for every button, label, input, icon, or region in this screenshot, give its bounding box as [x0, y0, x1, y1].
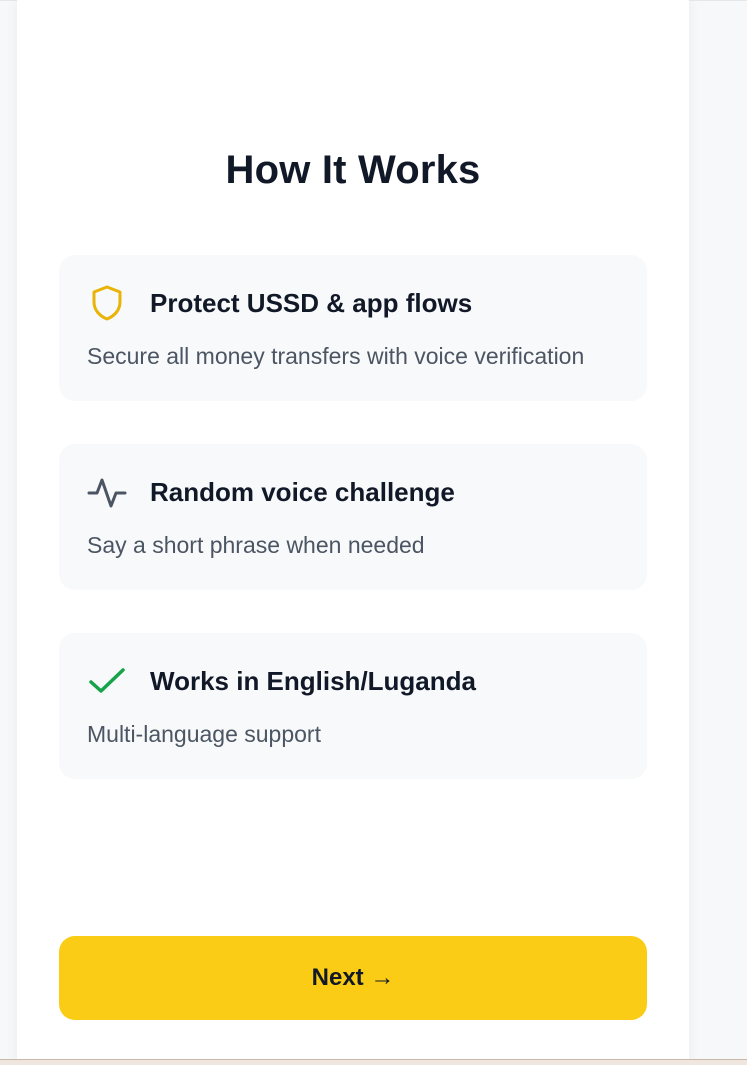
next-button[interactable]: Next → — [59, 936, 647, 1020]
feature-title: Works in English/Luganda — [150, 666, 476, 696]
feature-title: Random voice challenge — [150, 477, 455, 507]
activity-waveform-icon — [87, 472, 127, 512]
checkmark-icon — [87, 661, 127, 701]
feature-card-protect: Protect USSD & app flows Secure all mone… — [59, 255, 647, 401]
feature-title: Protect USSD & app flows — [150, 288, 473, 318]
feature-description: Multi-language support — [87, 721, 321, 747]
feature-card-voice-challenge: Random voice challenge Say a short phras… — [59, 444, 647, 590]
page-title: How It Works — [225, 148, 481, 192]
bottom-edge-bar — [0, 1059, 747, 1065]
feature-description: Secure all money transfers with voice ve… — [87, 343, 585, 369]
feature-description: Say a short phrase when needed — [87, 532, 425, 558]
feature-card-languages: Works in English/Luganda Multi-language … — [59, 633, 647, 779]
shield-icon — [87, 283, 127, 323]
onboarding-page: How It Works Protect USSD & app flows Se… — [0, 0, 747, 1065]
how-it-works-panel: How It Works Protect USSD & app flows Se… — [17, 0, 689, 1065]
